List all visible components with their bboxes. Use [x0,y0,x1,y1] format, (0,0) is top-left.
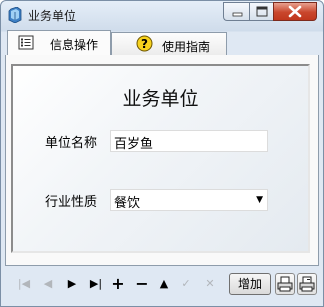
minimize-button[interactable] [223,2,249,21]
maximize-icon [256,6,267,17]
edit-icon[interactable]: ▲ [155,275,173,293]
post-icon[interactable]: ✓ [177,275,195,293]
title-bar[interactable]: 业务单位 [1,1,323,29]
tab-user-guide[interactable]: ? 使用指南 [111,32,227,55]
unit-name-label: 单位名称 [45,136,98,151]
last-record-icon[interactable]: ▶| [87,275,105,293]
insert-icon[interactable]: + [109,275,127,293]
print-preview-button[interactable] [297,273,317,295]
form-area: 业务单位 单位名称 百岁鱼 行业性质 餐饮 ▼ [11,64,310,253]
add-button[interactable]: 增加 [229,273,271,295]
next-record-icon[interactable]: ▶ [63,275,81,293]
status-bar [1,298,323,306]
tab-label: 使用指南 [162,40,211,54]
cancel-icon[interactable]: ✕ [201,275,219,293]
chevron-down-icon[interactable]: ▼ [256,195,263,205]
app-window: 业务单位 信息操作 ? 使用指南 业务单位 单位名称 百岁鱼 行业性质 餐饮 ▼… [0,0,324,307]
tab-info-operation[interactable]: 信息操作 [7,30,111,56]
form-heading: 业务单位 [122,88,199,110]
tab-strip: 信息操作 ? 使用指南 [5,30,319,56]
maximize-button[interactable] [249,2,273,21]
unit-name-value: 百岁鱼 [114,137,154,152]
navigator-toolbar: |◀ ◀ ▶ ▶| + − ▲ ✓ ✕ 增加 [5,272,319,296]
first-record-icon[interactable]: |◀ [15,275,33,293]
prev-record-icon[interactable]: ◀ [39,275,57,293]
industry-type-label: 行业性质 [45,195,98,210]
minimize-icon [232,12,242,17]
delete-icon[interactable]: − [133,275,151,293]
close-icon [288,5,302,18]
svg-text:?: ? [141,37,148,51]
app-icon [8,7,22,23]
industry-type-select[interactable]: 餐饮 ▼ [110,189,268,211]
help-icon: ? [136,35,153,52]
close-button[interactable] [273,2,317,21]
tab-panel: 业务单位 单位名称 百岁鱼 行业性质 餐饮 ▼ [5,55,319,266]
industry-type-value: 餐饮 [114,196,141,211]
unit-name-input[interactable]: 百岁鱼 [110,130,268,152]
print-preview-icon [299,276,315,292]
list-icon [18,35,34,50]
print-button[interactable] [275,273,295,295]
print-icon [277,276,293,292]
tab-label: 信息操作 [50,38,99,52]
window-title: 业务单位 [28,9,77,23]
